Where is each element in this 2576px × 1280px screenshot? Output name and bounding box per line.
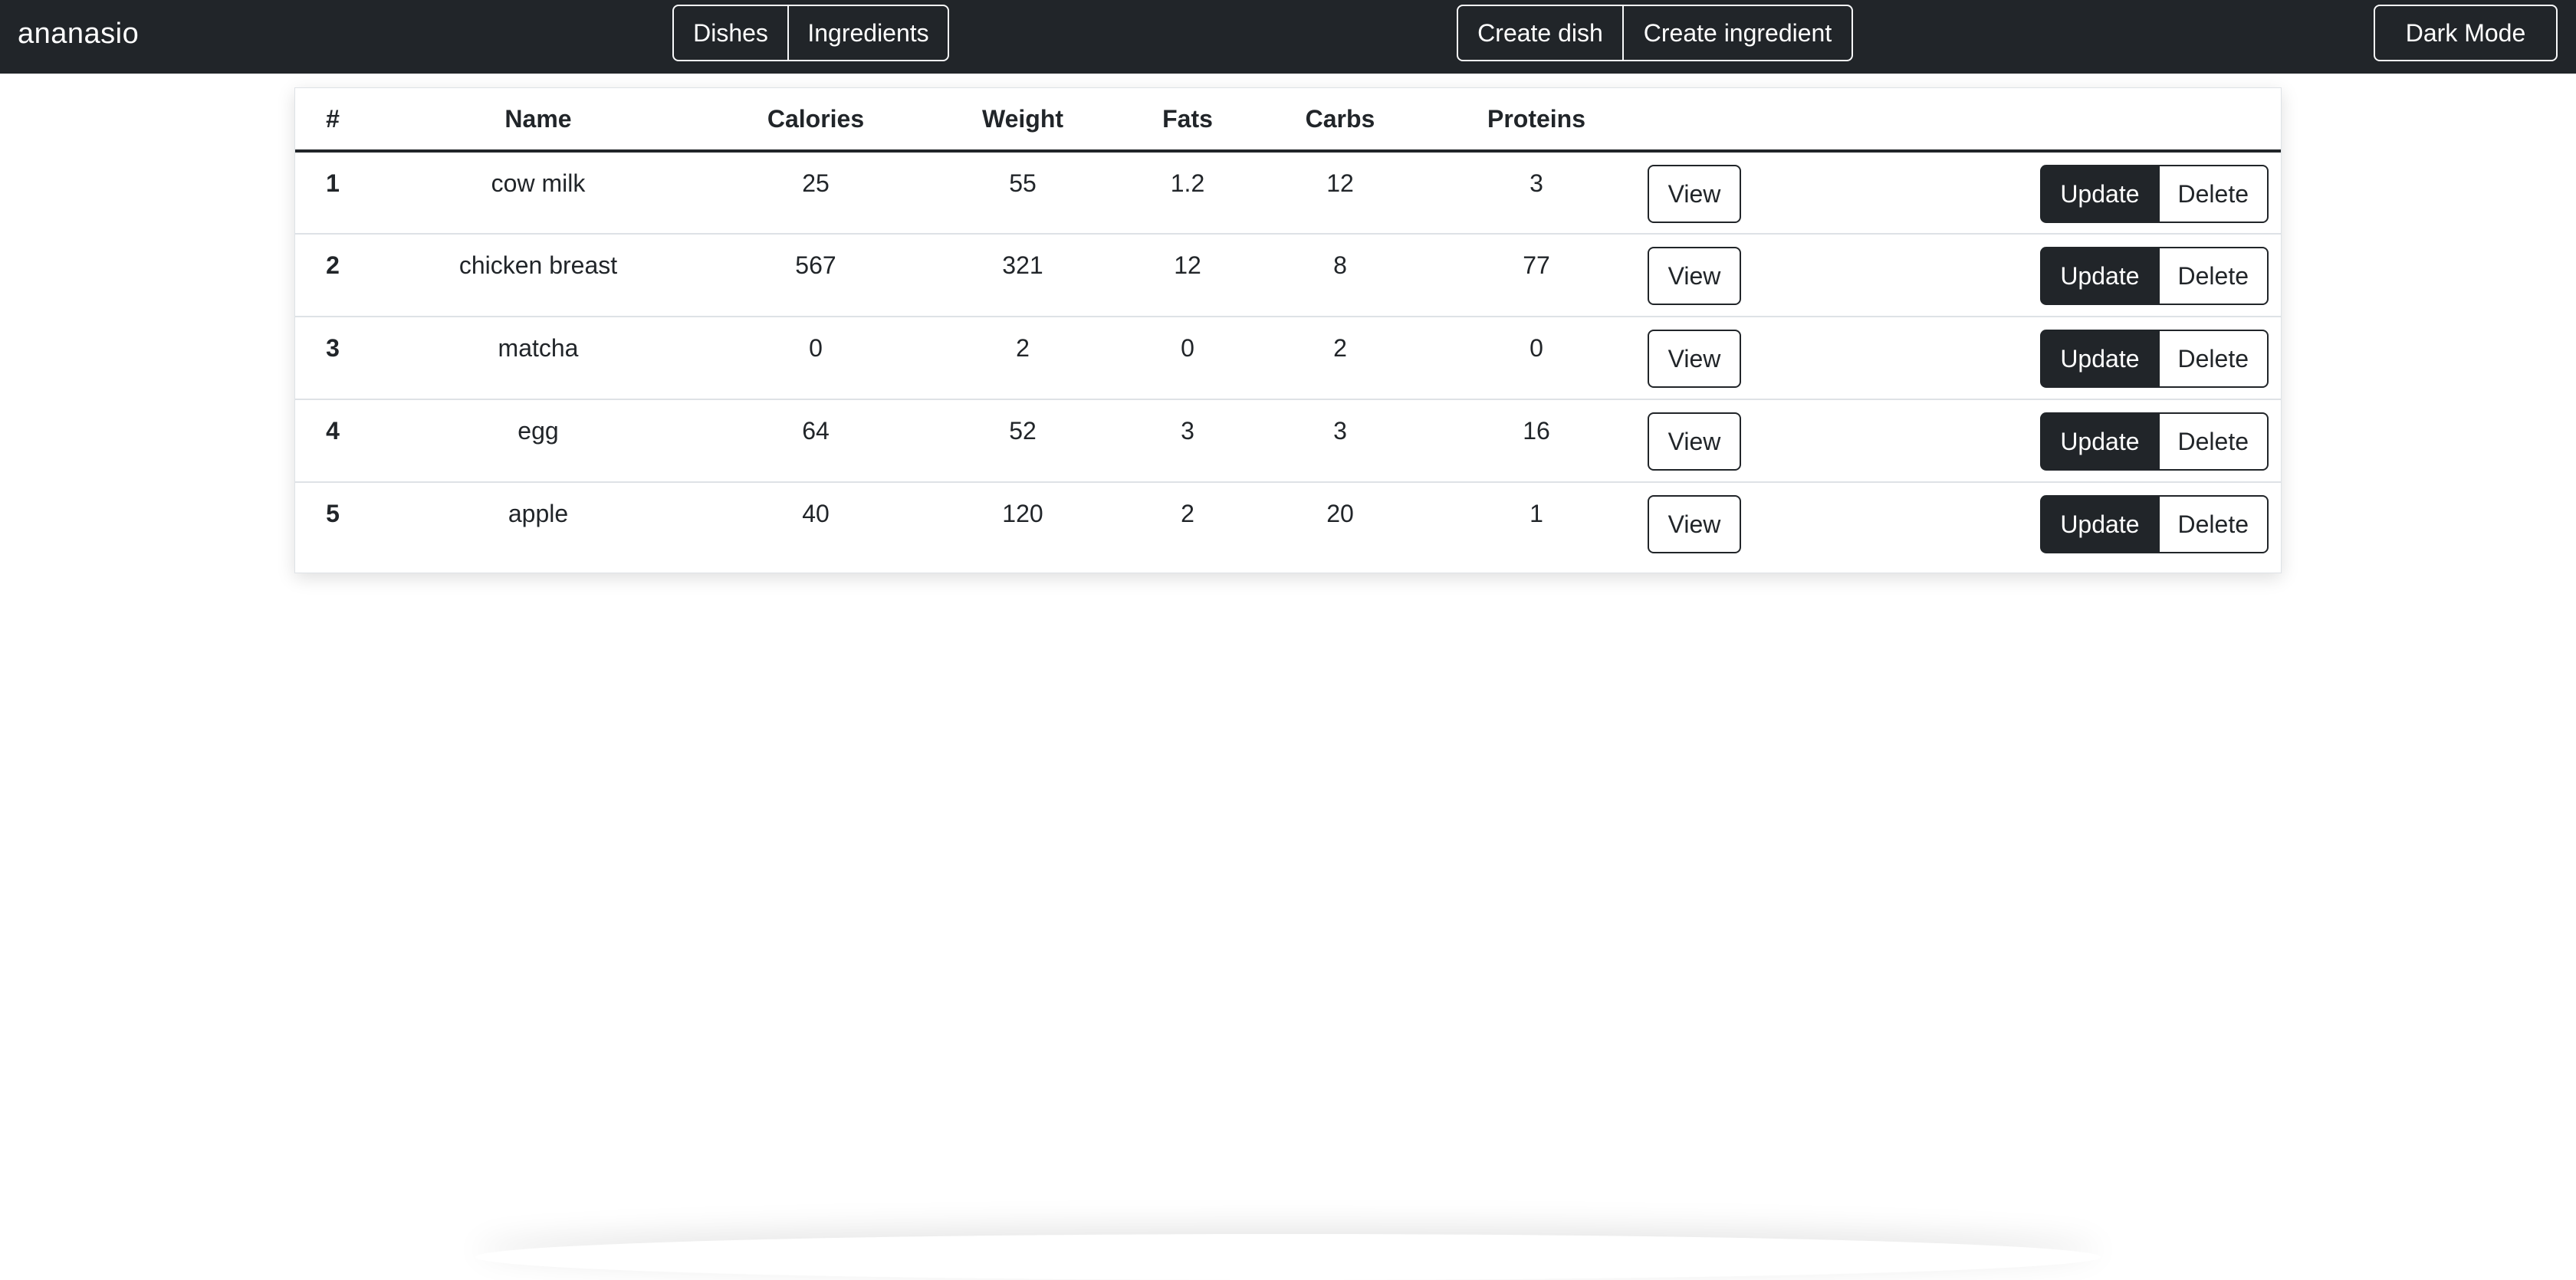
row-name: chicken breast xyxy=(370,234,706,317)
row-weight: 2 xyxy=(925,317,1120,400)
row-carbs: 2 xyxy=(1255,317,1425,400)
table-header-row: # Name Calories Weight Fats Carbs Protei… xyxy=(295,88,2281,153)
footer-shadow xyxy=(475,1234,2101,1280)
table-row: 5 apple 40 120 2 20 1 View Update Delete xyxy=(295,482,2281,565)
delete-button[interactable]: Delete xyxy=(2157,495,2269,553)
view-button[interactable]: View xyxy=(1648,330,1741,388)
row-actions-cell: Update Delete xyxy=(2008,399,2281,483)
delete-button[interactable]: Delete xyxy=(2157,330,2269,388)
row-carbs: 20 xyxy=(1326,500,1354,527)
row-view-cell: View xyxy=(1648,234,1747,317)
header-name: Name xyxy=(370,88,706,153)
header-proteins: Proteins xyxy=(1425,88,1648,153)
update-button[interactable]: Update xyxy=(2040,247,2160,305)
row-actions-cell: Update Delete xyxy=(2008,234,2281,317)
row-proteins: 1 xyxy=(1530,500,1543,527)
header-actions-empty xyxy=(2008,88,2281,153)
header-fats: Fats xyxy=(1120,88,1255,153)
delete-button[interactable]: Delete xyxy=(2157,247,2269,305)
row-proteins: 3 xyxy=(1425,151,1648,235)
row-calories: 0 xyxy=(706,317,925,400)
header-spacer xyxy=(1747,88,2008,153)
row-actions-cell: Update Delete xyxy=(2008,482,2281,565)
top-navbar: ananasio Dishes Ingredients Create dish … xyxy=(0,0,2576,74)
dark-mode-toggle-button[interactable]: Dark Mode xyxy=(2374,5,2558,61)
row-action-group: Update Delete xyxy=(2040,412,2269,471)
row-fats: 2 xyxy=(1181,500,1194,527)
brand-logo[interactable]: ananasio xyxy=(18,0,139,67)
table-row: 4 egg 64 52 3 3 16 View Update Delete xyxy=(295,399,2281,483)
row-fats: 12 xyxy=(1120,234,1255,317)
update-button[interactable]: Update xyxy=(2040,165,2160,223)
row-actions-cell: Update Delete xyxy=(2008,151,2281,235)
ingredients-table-card: # Name Calories Weight Fats Carbs Protei… xyxy=(294,87,2282,573)
row-index: 1 xyxy=(295,151,370,235)
table-row: 1 cow milk 25 55 1.2 12 3 View Update Del… xyxy=(295,151,2281,235)
row-name: cow milk xyxy=(370,151,706,235)
row-actions-cell: Update Delete xyxy=(2008,317,2281,400)
row-weight: 52 xyxy=(925,399,1120,483)
update-button[interactable]: Update xyxy=(2040,330,2160,388)
view-button[interactable]: View xyxy=(1648,495,1741,553)
ingredients-table: # Name Calories Weight Fats Carbs Protei… xyxy=(295,88,2281,565)
row-spacer xyxy=(1747,151,2008,235)
row-name: egg xyxy=(370,399,706,483)
view-button[interactable]: View xyxy=(1648,247,1741,305)
row-index: 3 xyxy=(295,317,370,400)
row-name: matcha xyxy=(370,317,706,400)
view-button[interactable]: View xyxy=(1648,412,1741,471)
row-action-group: Update Delete xyxy=(2040,330,2269,388)
row-calories: 567 xyxy=(706,234,925,317)
row-spacer xyxy=(1747,399,2008,483)
row-name: apple xyxy=(508,500,569,527)
delete-button[interactable]: Delete xyxy=(2157,165,2269,223)
row-carbs: 8 xyxy=(1255,234,1425,317)
row-weight: 55 xyxy=(925,151,1120,235)
create-button-group: Create dish Create ingredient xyxy=(1457,5,1853,61)
row-calories: 25 xyxy=(706,151,925,235)
view-button[interactable]: View xyxy=(1648,165,1741,223)
dishes-nav-button[interactable]: Dishes xyxy=(672,5,789,61)
row-view-cell: View xyxy=(1648,151,1747,235)
row-view-cell: View xyxy=(1648,482,1747,565)
row-fats: 3 xyxy=(1120,399,1255,483)
row-proteins: 0 xyxy=(1425,317,1648,400)
create-ingredient-button[interactable]: Create ingredient xyxy=(1622,5,1853,61)
row-index: 2 xyxy=(295,234,370,317)
nav-button-group: Dishes Ingredients xyxy=(672,5,949,61)
row-spacer xyxy=(1747,482,2008,565)
row-action-group: Update Delete xyxy=(2040,247,2269,305)
row-proteins: 77 xyxy=(1425,234,1648,317)
row-calories: 64 xyxy=(706,399,925,483)
row-spacer xyxy=(1747,234,2008,317)
row-action-group: Update Delete xyxy=(2040,165,2269,223)
table-row: 3 matcha 0 2 0 2 0 View Update Delete xyxy=(295,317,2281,400)
header-weight: Weight xyxy=(925,88,1120,153)
table-row: 2 chicken breast 567 321 12 8 77 View Up… xyxy=(295,234,2281,317)
row-carbs: 12 xyxy=(1255,151,1425,235)
row-index: 5 xyxy=(326,500,340,527)
ingredients-nav-button[interactable]: Ingredients xyxy=(787,5,949,61)
header-view-empty xyxy=(1648,88,1747,153)
delete-button[interactable]: Delete xyxy=(2157,412,2269,471)
row-weight: 120 xyxy=(1002,500,1043,527)
row-spacer xyxy=(1747,317,2008,400)
row-weight: 321 xyxy=(925,234,1120,317)
header-calories: Calories xyxy=(706,88,925,153)
row-fats: 1.2 xyxy=(1120,151,1255,235)
create-dish-button[interactable]: Create dish xyxy=(1457,5,1624,61)
row-view-cell: View xyxy=(1648,317,1747,400)
row-view-cell: View xyxy=(1648,399,1747,483)
row-proteins: 16 xyxy=(1425,399,1648,483)
header-carbs: Carbs xyxy=(1255,88,1425,153)
row-calories: 40 xyxy=(802,500,830,527)
row-index: 4 xyxy=(295,399,370,483)
row-action-group: Update Delete xyxy=(2040,495,2269,553)
update-button[interactable]: Update xyxy=(2040,412,2160,471)
row-carbs: 3 xyxy=(1255,399,1425,483)
header-index: # xyxy=(295,88,370,153)
update-button[interactable]: Update xyxy=(2040,495,2160,553)
row-fats: 0 xyxy=(1120,317,1255,400)
